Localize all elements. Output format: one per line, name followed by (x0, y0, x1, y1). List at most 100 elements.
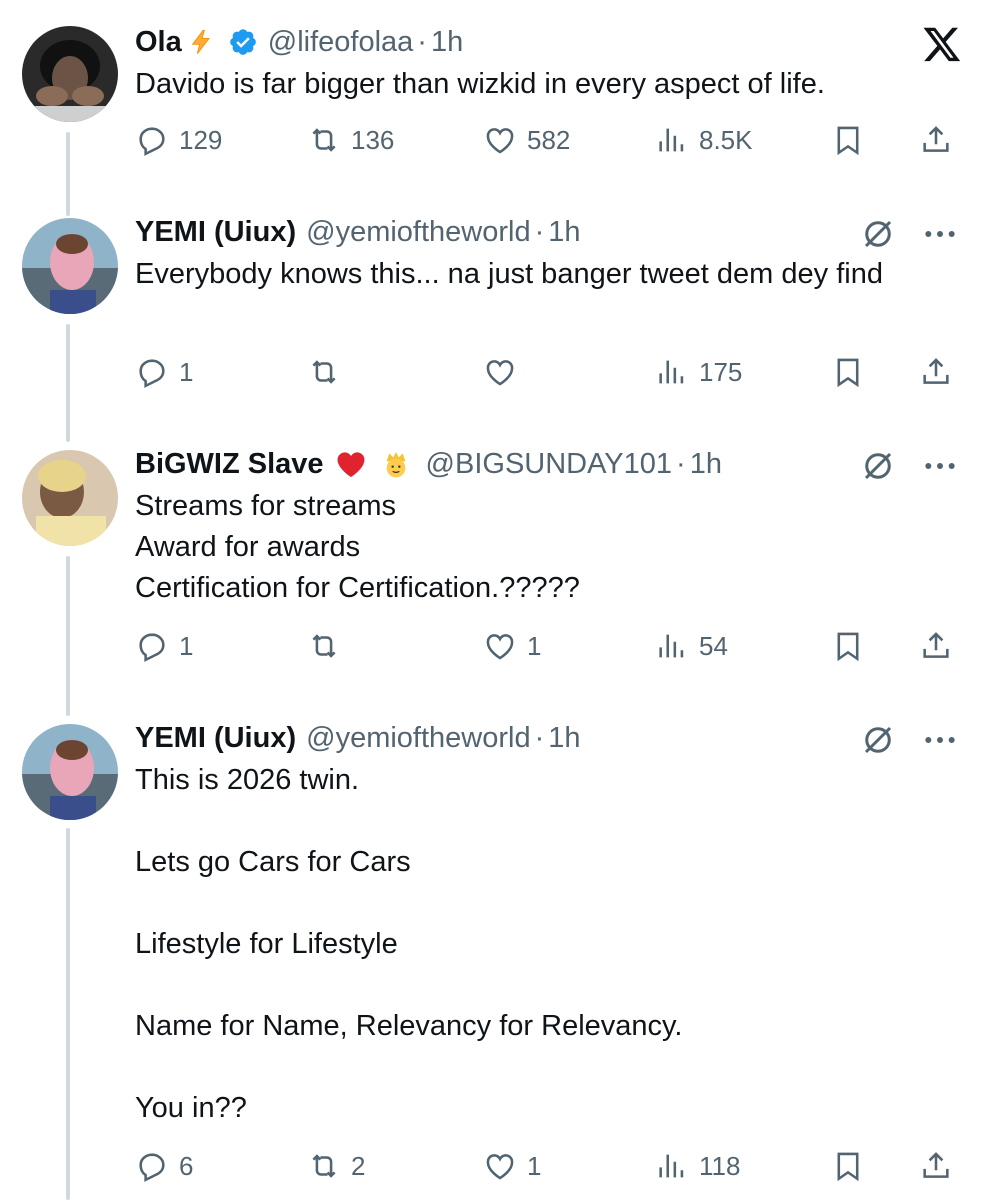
share-icon (919, 1149, 953, 1183)
reply-count: 1 (179, 356, 194, 387)
avatar[interactable] (22, 218, 118, 314)
red-heart-emoji (334, 447, 368, 481)
reply-count: 129 (179, 124, 223, 155)
tweet-text: This is 2026 twin. Lets go Cars for Cars… (135, 764, 683, 1124)
reply-count: 1 (179, 630, 194, 661)
reply-icon (135, 1149, 169, 1183)
views-chart-icon (655, 355, 689, 389)
user-handle[interactable]: @BIGSUNDAY101 (426, 444, 673, 484)
separator-dot: · (534, 216, 545, 248)
share-button[interactable] (919, 624, 953, 668)
view-count: 54 (699, 630, 728, 661)
retweet-icon (307, 629, 341, 663)
display-name[interactable]: Ola (135, 22, 182, 62)
bookmark-icon (831, 355, 865, 389)
bookmark-button[interactable] (831, 118, 865, 162)
bookmark-button[interactable] (831, 350, 865, 394)
tweet-actions: 1 1 54 (135, 624, 965, 668)
user-handle[interactable]: @yemioftheworld (306, 718, 530, 758)
like-count: 582 (527, 124, 571, 155)
like-count: 1 (527, 630, 542, 661)
display-name[interactable]: BiGWIZ Slave (135, 444, 324, 484)
reply-button[interactable]: 1 (135, 350, 193, 394)
tweet-actions: 129 136 582 8.5K (135, 118, 965, 162)
more-options-icon[interactable] (920, 720, 960, 760)
views-chart-icon (655, 1149, 689, 1183)
views-chart-icon (655, 629, 689, 663)
timestamp[interactable]: 1h (690, 444, 722, 484)
retweet-button[interactable] (307, 350, 351, 394)
separator-dot: · (534, 722, 545, 754)
tweet[interactable]: YEMI (Uiux) @yemioftheworld · 1h This is… (0, 716, 982, 1200)
display-name[interactable]: YEMI (Uiux) (135, 718, 296, 758)
reply-icon (135, 629, 169, 663)
views-button[interactable]: 118 (655, 1144, 740, 1188)
grok-icon[interactable] (860, 720, 896, 760)
retweet-button[interactable]: 136 (307, 118, 394, 162)
user-handle[interactable]: @yemioftheworld (306, 212, 530, 252)
reply-icon (135, 123, 169, 157)
heart-icon (483, 1149, 517, 1183)
avatar[interactable] (22, 724, 118, 820)
like-button[interactable] (483, 350, 527, 394)
more-options-icon[interactable] (920, 446, 960, 486)
views-button[interactable]: 8.5K (655, 118, 753, 162)
share-button[interactable] (919, 350, 953, 394)
tweet[interactable]: Ola @lifeofolaa · 1h Davido is far bigge… (0, 0, 982, 200)
reply-button[interactable]: 1 (135, 624, 193, 668)
heart-icon (483, 355, 517, 389)
retweet-button[interactable]: 2 (307, 1144, 365, 1188)
timestamp[interactable]: 1h (548, 212, 580, 252)
share-icon (919, 123, 953, 157)
tweet-text: Everybody knows this... na just banger t… (135, 258, 883, 290)
retweet-icon (307, 123, 341, 157)
bookmark-button[interactable] (831, 1144, 865, 1188)
bookmark-icon (831, 1149, 865, 1183)
view-count: 118 (699, 1150, 741, 1181)
share-icon (919, 629, 953, 663)
view-count: 175 (699, 356, 743, 387)
reply-icon (135, 355, 169, 389)
like-button[interactable]: 582 (483, 118, 570, 162)
like-button[interactable]: 1 (483, 1144, 541, 1188)
avatar[interactable] (22, 26, 118, 122)
reply-count: 6 (179, 1150, 194, 1181)
like-count: 1 (527, 1150, 542, 1181)
tweet-text: Streams for streams Award for awards Cer… (135, 490, 580, 604)
share-button[interactable] (919, 1144, 953, 1188)
user-handle[interactable]: @lifeofolaa (268, 22, 414, 62)
retweet-button[interactable] (307, 624, 351, 668)
timestamp[interactable]: 1h (431, 22, 463, 62)
grok-icon[interactable] (860, 446, 896, 486)
retweet-icon (307, 355, 341, 389)
reply-button[interactable]: 129 (135, 118, 222, 162)
retweet-icon (307, 1149, 341, 1183)
heart-icon (483, 123, 517, 157)
tweet[interactable]: YEMI (Uiux) @yemioftheworld · 1h Everybo… (0, 210, 982, 430)
high-voltage-emoji (188, 28, 216, 56)
separator-dot: · (676, 448, 686, 480)
display-name[interactable]: YEMI (Uiux) (135, 212, 296, 252)
grok-icon[interactable] (860, 214, 896, 254)
like-button[interactable]: 1 (483, 624, 541, 668)
retweet-count: 2 (351, 1150, 366, 1181)
retweet-count: 136 (351, 124, 395, 155)
tweet[interactable]: BiGWIZ Slave @BIGSUNDAY101 · 1h Streams … (0, 442, 982, 692)
views-button[interactable]: 54 (655, 624, 728, 668)
prince-emoji (380, 448, 412, 480)
bookmark-icon (831, 629, 865, 663)
tweet-actions: 6 2 1 118 (135, 1144, 965, 1188)
share-icon (919, 355, 953, 389)
more-options-icon[interactable] (920, 214, 960, 254)
views-button[interactable]: 175 (655, 350, 742, 394)
share-button[interactable] (919, 118, 953, 162)
timestamp[interactable]: 1h (548, 718, 580, 758)
bookmark-icon (831, 123, 865, 157)
views-chart-icon (655, 123, 689, 157)
tweet-actions: 1 175 (135, 350, 965, 394)
bookmark-button[interactable] (831, 624, 865, 668)
view-count: 8.5K (699, 124, 753, 155)
avatar[interactable] (22, 450, 118, 546)
reply-button[interactable]: 6 (135, 1144, 193, 1188)
verified-badge-icon (228, 27, 258, 57)
